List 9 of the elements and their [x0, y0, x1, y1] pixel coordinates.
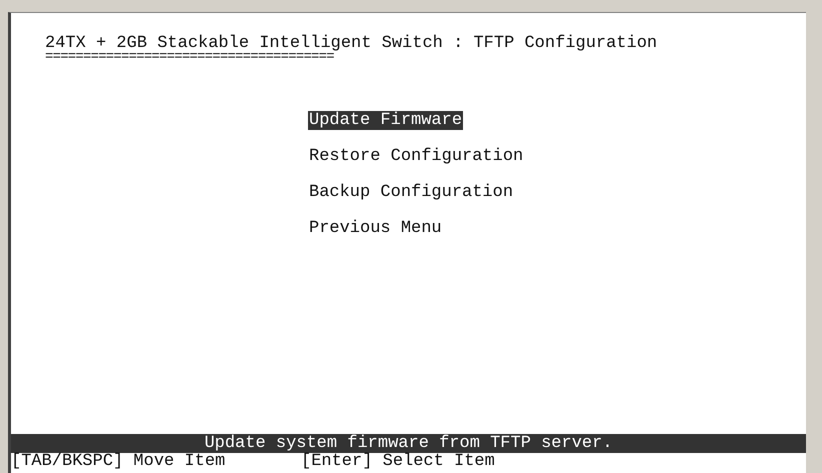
status-bar: Update system firmware from TFTP server.: [11, 434, 806, 453]
menu-item[interactable]: Previous Menu: [308, 219, 443, 238]
screen-title: 24TX + 2GB Stackable Intelligent Switch : TFTP Configuration: [45, 35, 658, 52]
key-hint: [Enter] Select Item: [301, 453, 495, 470]
title-underline: ======================================: [45, 50, 334, 64]
menu-item[interactable]: Backup Configuration: [308, 183, 514, 202]
menu-item[interactable]: Update Firmware: [308, 111, 464, 130]
key-hint: [TAB/BKSPC] Move Item: [11, 453, 226, 470]
menu-item[interactable]: Restore Configuration: [308, 147, 524, 166]
